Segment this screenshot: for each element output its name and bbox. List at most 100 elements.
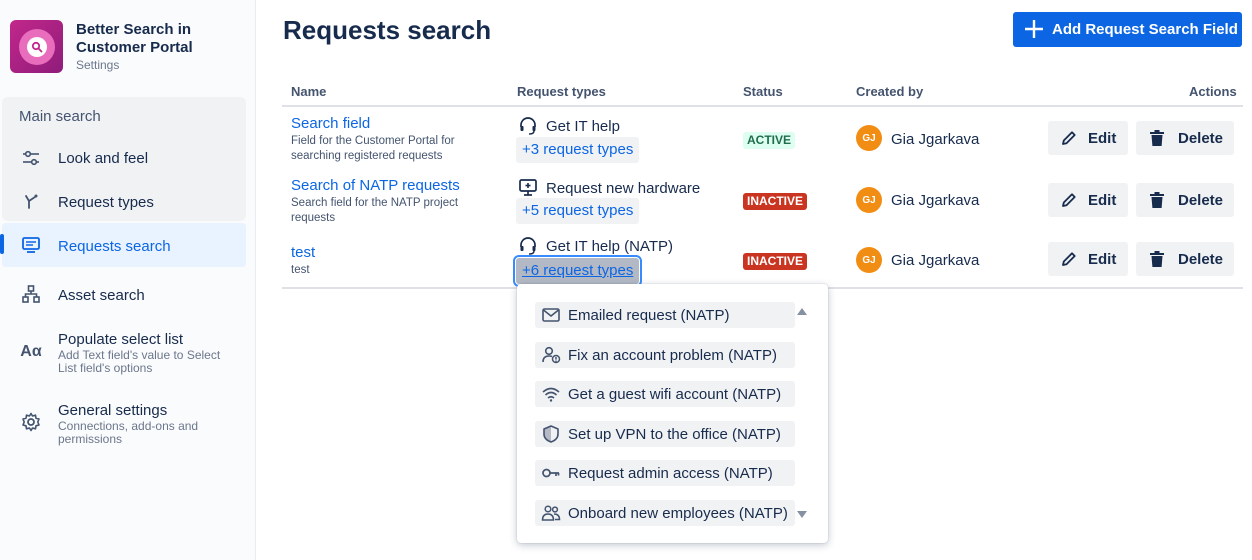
pencil-icon (1062, 193, 1076, 207)
key-icon (542, 468, 560, 478)
edit-button[interactable]: Edit (1048, 183, 1128, 217)
delete-label: Delete (1178, 130, 1224, 147)
popup-request-type-item[interactable]: Request admin access (NATP) (535, 460, 795, 486)
sidebar: Better Search in Customer Portal Setting… (0, 0, 256, 560)
scroll-up-arrow[interactable] (797, 308, 807, 315)
headset-icon (520, 237, 536, 255)
popup-item-label: Emailed request (NATP) (568, 307, 730, 324)
popup-request-type-item[interactable]: Set up VPN to the office (NATP) (535, 421, 795, 447)
trash-icon (1150, 192, 1164, 208)
popup-request-type-item[interactable]: Emailed request (NATP) (535, 302, 795, 328)
delete-button[interactable]: Delete (1136, 121, 1234, 155)
pencil-icon (1062, 131, 1076, 145)
app-logo (10, 20, 63, 73)
edit-label: Edit (1088, 251, 1117, 268)
row-creator: Gia Jgarkava (891, 252, 980, 269)
people-icon (541, 505, 561, 521)
sidebar-item-description: Add Text field's value to Select List fi… (58, 348, 221, 375)
edit-button[interactable]: Edit (1048, 121, 1128, 155)
table-row: Search field Field for the Customer Port… (282, 107, 1243, 169)
monitor-plus-icon (519, 179, 537, 196)
sliders-icon (20, 147, 42, 169)
sidebar-item-requests-search[interactable]: Requests search (2, 223, 246, 267)
row-description: test (291, 264, 310, 276)
more-request-types-button[interactable]: +5 request types (516, 198, 640, 224)
hierarchy-icon (20, 283, 42, 305)
row-name-link[interactable]: test (291, 244, 315, 261)
row-description: Field for the Customer Portal for search… (291, 135, 455, 162)
row-description: Search field for the NATP project reques… (291, 197, 459, 224)
row-creator: Gia Jgarkava (891, 131, 980, 148)
popup-item-label: Get a guest wifi account (NATP) (568, 386, 782, 403)
add-request-search-field-button[interactable]: Add Request Search Field (1013, 12, 1242, 47)
popup-request-type-item[interactable]: Get a guest wifi account (NATP) (535, 381, 795, 407)
avatar: GJ (856, 247, 882, 273)
table-row: test test Get IT help (NATP) +6 request … (282, 231, 1243, 287)
sidebar-item-label: Asset search (58, 287, 145, 304)
trash-icon (1150, 251, 1164, 267)
table-row: Search of NATP requests Search field for… (282, 169, 1243, 231)
row-request-type: Request new hardware (546, 180, 701, 197)
column-header-name: Name (291, 84, 327, 99)
row-name-link[interactable]: Search field (291, 115, 370, 132)
plus-icon (1025, 20, 1043, 38)
column-header-created-by: Created by (856, 84, 924, 99)
row-request-type: Get IT help (NATP) (546, 238, 673, 255)
avatar: GJ (856, 187, 882, 213)
popup-item-label: Set up VPN to the office (NATP) (568, 426, 781, 443)
request-types-icon (20, 191, 42, 213)
sidebar-item-general-settings[interactable]: General settings Connections, add-ons an… (2, 399, 246, 449)
monitor-search-icon (20, 234, 42, 256)
delete-button[interactable]: Delete (1136, 183, 1234, 217)
trash-icon (1150, 130, 1164, 146)
sidebar-item-description: Connections, add-ons and permissions (58, 419, 199, 446)
status-badge: INACTIVE (743, 193, 808, 210)
sidebar-item-label: Look and feel (58, 150, 149, 167)
status-badge: ACTIVE (743, 132, 796, 149)
sidebar-item-label: Request types (58, 194, 154, 211)
popup-item-label: Request admin access (NATP) (568, 465, 773, 482)
app-header: Better Search in Customer Portal Setting… (10, 20, 250, 76)
delete-label: Delete (1178, 192, 1224, 209)
status-badge: INACTIVE (743, 253, 808, 270)
delete-label: Delete (1178, 251, 1224, 268)
more-request-types-button[interactable]: +6 request types (512, 255, 643, 287)
search-icon (31, 41, 42, 52)
edit-label: Edit (1088, 192, 1117, 209)
sidebar-item-look-and-feel[interactable]: Look and feel (2, 146, 246, 170)
sidebar-item-label: Requests search (58, 238, 171, 255)
sidebar-item-request-types[interactable]: Request types (2, 190, 246, 214)
column-header-request-types: Request types (517, 84, 606, 99)
popup-request-type-item[interactable]: Fix an account problem (NATP) (535, 342, 795, 368)
nav-group-title: Main search (19, 108, 101, 125)
shield-icon (543, 425, 559, 443)
column-header-actions: Actions (1189, 84, 1237, 99)
row-request-type: Get IT help (546, 118, 620, 135)
active-indicator (0, 234, 4, 254)
wifi-icon (542, 387, 560, 402)
app-subtitle: Settings (76, 58, 120, 72)
app-title: Better Search in Customer Portal (76, 21, 193, 56)
headset-icon (520, 117, 536, 135)
user-alert-icon (542, 346, 561, 364)
column-header-status: Status (743, 84, 783, 99)
row-name-link[interactable]: Search of NATP requests (291, 177, 460, 194)
text-aa-icon: Aα (20, 343, 42, 360)
page-title: Requests search (283, 15, 492, 45)
more-request-types-button[interactable]: +3 request types (516, 137, 640, 163)
edit-button[interactable]: Edit (1048, 242, 1128, 276)
popup-item-label: Onboard new employees (NATP) (568, 505, 788, 522)
sidebar-item-label: Populate select list (58, 331, 184, 348)
request-types-popup: Emailed request (NATP) Fix an account pr… (517, 284, 828, 543)
envelope-icon (542, 308, 560, 322)
edit-label: Edit (1088, 130, 1117, 147)
scroll-down-arrow[interactable] (797, 511, 807, 518)
pencil-icon (1062, 252, 1076, 266)
delete-button[interactable]: Delete (1136, 242, 1234, 276)
sidebar-item-asset-search[interactable]: Asset search (2, 282, 246, 306)
row-creator: Gia Jgarkava (891, 192, 980, 209)
sidebar-item-populate-select-list[interactable]: Aα Populate select list Add Text field's… (2, 328, 246, 378)
sidebar-item-label: General settings (58, 402, 168, 419)
popup-request-type-item[interactable]: Onboard new employees (NATP) (535, 500, 795, 526)
popup-item-label: Fix an account problem (NATP) (568, 347, 777, 364)
